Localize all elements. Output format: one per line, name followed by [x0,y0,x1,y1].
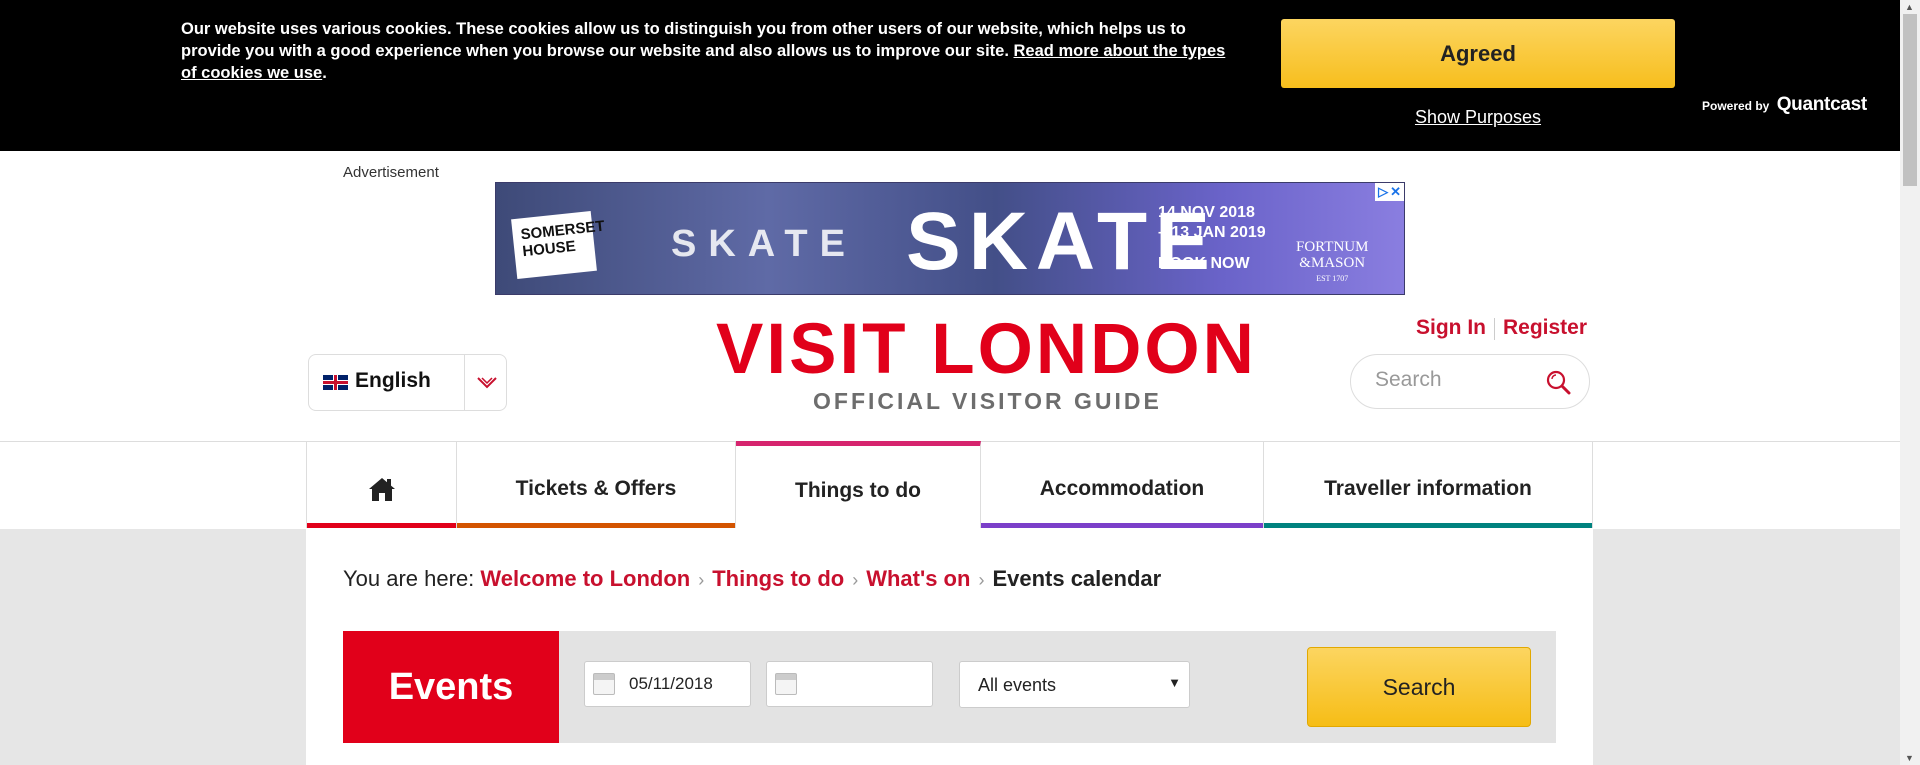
event-category-value: All events [978,675,1057,695]
calendar-icon[interactable] [775,673,797,695]
calendar-icon[interactable] [593,673,615,695]
agree-button[interactable]: Agreed [1281,19,1675,88]
language-label: English [355,369,431,392]
breadcrumb-prefix: You are here: [343,566,475,591]
nav-label-things-to-do: Things to do [795,479,921,502]
sign-in-link[interactable]: Sign In [1416,316,1486,340]
site-logo-subtitle: OFFICIAL VISITOR GUIDE [813,388,1162,414]
breadcrumb-chevron-icon: › [978,570,985,590]
search-input[interactable] [1373,367,1537,393]
ad-skate-small-text: SKATE [671,223,857,265]
chevron-down-icon[interactable] [476,372,498,392]
events-title: Events [343,631,559,743]
language-divider [464,355,465,410]
scroll-up-arrow-icon[interactable]: ▲ [1905,2,1914,12]
events-search-button[interactable]: Search [1307,647,1531,727]
events-search-panel: Events 05/11/2018 All events ▼ Search [343,631,1556,743]
page-scrollbar[interactable]: ▲ ▼ [1900,0,1920,765]
auth-separator [1494,318,1495,340]
nav-label-traveller-information: Traveller information [1324,476,1532,500]
breadcrumb-welcome-to-london[interactable]: Welcome to London [480,566,690,591]
powered-by-label: Powered by [1702,99,1770,113]
date-from-value: 05/11/2018 [629,674,713,693]
sponsor-line2: &MASON [1299,255,1366,271]
show-purposes-link[interactable]: Show Purposes [1281,107,1675,128]
breadcrumb-chevron-icon: › [852,570,859,590]
main-navigation: Tickets & Offers Things to do Accommodat… [306,441,1594,528]
advertisement-label: Advertisement [343,164,439,181]
site-logo-title[interactable]: VISIT LONDON [716,310,1257,390]
scroll-thumb[interactable] [1903,14,1917,186]
breadcrumb-whats-on[interactable]: What's on [866,566,970,591]
breadcrumb: You are here: Welcome to London › Things t… [343,566,1161,592]
nav-item-home[interactable] [307,441,457,528]
nav-label-tickets-offers: Tickets & Offers [515,476,677,500]
fortnum-mason-logo: FORTNUM &MASON EST 1707 [1296,239,1368,287]
ad-date-start: 14 NOV 2018 [1158,204,1255,221]
dropdown-arrow-icon: ▼ [1168,675,1181,690]
nav-label-accommodation: Accommodation [1039,476,1205,500]
ad-book-now: BOOK NOW [1158,255,1250,272]
breadcrumb-things-to-do[interactable]: Things to do [712,566,844,591]
search-icon[interactable] [1545,369,1571,395]
ad-dates: 14 NOV 2018 – 13 JAN 2019 [1158,203,1266,243]
nav-item-things-to-do[interactable]: Things to do [736,441,981,528]
breadcrumb-current: Events calendar [992,566,1162,591]
nav-tickets-color-bar [457,523,735,528]
breadcrumb-chevron-icon: › [698,570,705,590]
nav-item-traveller-information[interactable]: Traveller information [1264,441,1593,528]
language-selector[interactable]: English [308,354,507,411]
nav-item-accommodation[interactable]: Accommodation [981,441,1264,528]
site-search [1350,354,1590,409]
quantcast-logo: Quantcast [1776,94,1868,115]
ad-date-end: – 13 JAN 2019 [1158,224,1266,241]
scroll-down-arrow-icon[interactable]: ▼ [1905,753,1914,763]
home-icon [368,477,395,501]
adchoices-icon[interactable]: ▷ [1378,184,1388,200]
sponsor-line1: FORTNUM [1296,239,1369,255]
date-to-field[interactable] [766,661,933,707]
register-link[interactable]: Register [1503,316,1587,340]
nav-item-tickets-offers[interactable]: Tickets & Offers [457,441,736,528]
cookie-banner: Our website uses various cookies. These … [0,0,1900,151]
nav-accommodation-color-bar [981,523,1263,528]
somerset-house-logo: SOMERSET HOUSE [511,210,605,280]
skate-ad-banner[interactable]: SOMERSET HOUSE SKATE SKATE 14 NOV 2018 –… [495,182,1405,295]
date-from-field[interactable]: 05/11/2018 [584,661,751,707]
sponsor-est: EST 1707 [1316,274,1349,283]
ad-controls[interactable]: ▷ ✕ [1375,183,1404,201]
event-category-select[interactable]: All events ▼ [959,661,1190,708]
nav-home-color-bar [307,523,456,528]
uk-flag-icon [323,375,348,390]
cookie-message: Our website uses various cookies. These … [181,18,1231,84]
cookie-period: . [322,64,327,82]
close-ad-icon[interactable]: ✕ [1390,184,1401,200]
powered-by-quantcast[interactable]: Powered by Quantcast [1702,94,1867,116]
nav-traveller-color-bar [1264,523,1592,528]
